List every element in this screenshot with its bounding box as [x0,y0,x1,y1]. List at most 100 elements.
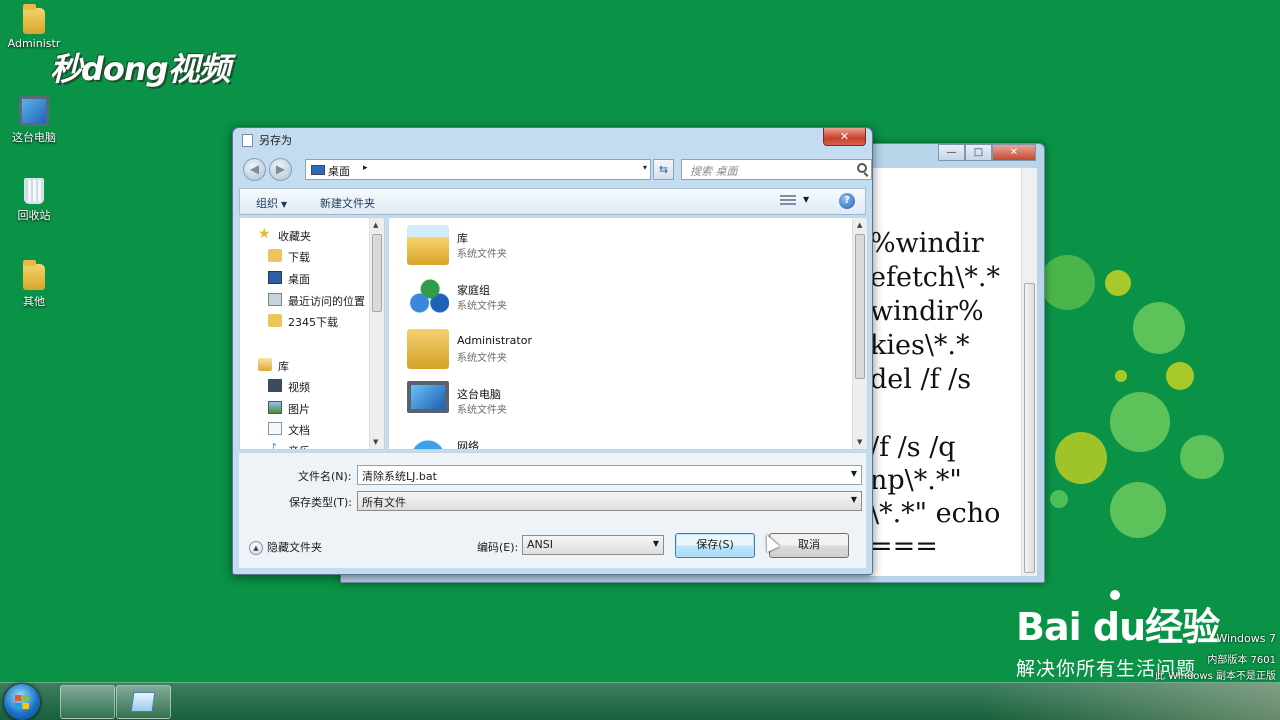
vertical-scrollbar[interactable] [1021,168,1037,576]
filetype-select[interactable]: 所有文件 ▼ [357,491,862,511]
scroll-down-icon[interactable]: ▼ [857,438,862,446]
windows-version-line-3: 此 Windows 副本不是正版 [1155,671,1276,682]
organize-menu-button[interactable]: 组织 ▼ [256,195,287,211]
homegroup-icon [407,277,449,317]
document-icon [268,422,282,435]
help-button[interactable]: ? [839,193,855,209]
code-line: /f /s /q [870,432,956,463]
search-icon[interactable] [857,163,867,173]
paw-icon [1110,590,1120,600]
cancel-button[interactable]: 取消 [769,533,849,558]
address-dropdown-icon[interactable]: ▾ [643,163,647,172]
code-line: del /f /s [870,364,972,395]
desktop-icon-label: 这台电脑 [12,131,56,144]
scroll-up-icon[interactable]: ▲ [857,221,862,229]
file-type: 系统文件夹 [457,249,507,260]
chevron-up-icon: ▲ [249,541,263,555]
organize-label: 组织 [256,197,278,210]
address-bar[interactable]: 桌面 ▸ ▾ [305,159,651,180]
view-dropdown-icon[interactable]: ▼ [803,195,809,204]
file-item-library[interactable]: 库 系统文件夹 [403,222,703,272]
navigation-bar: ◀ ▶ 桌面 ▸ ▾ ⇆ 搜索 桌面 [240,156,872,182]
download-folder-icon [268,249,282,262]
code-line: efetch\*.* [870,262,1000,293]
maximize-button[interactable]: □ [965,144,992,161]
windows-version-line-2: 内部版本 7601 [1207,655,1276,666]
star-icon: ★ [258,226,271,242]
file-item-this-pc[interactable]: 这台电脑 系统文件夹 [403,378,703,428]
encoding-select[interactable]: ANSI ▼ [522,535,664,555]
nav-item-label: 2345下载 [288,316,338,329]
file-type: 系统文件夹 [457,301,507,312]
scrollbar-thumb[interactable] [372,234,382,312]
code-line: %windir [870,228,984,259]
chevron-down-icon[interactable]: ▼ [851,495,857,504]
nav-item-label: 收藏夹 [278,230,311,243]
recent-places-icon [268,293,282,306]
chevron-down-icon: ▼ [281,200,288,209]
filename-value: 清除系统LJ.bat [362,470,437,483]
hide-folders-label: 隐藏文件夹 [267,541,322,554]
taskbar-notepad-button[interactable] [116,685,171,719]
video-icon [268,379,282,392]
file-list-scrollbar[interactable]: ▲ ▼ [852,218,867,449]
file-item-homegroup[interactable]: 家庭组 系统文件夹 [403,274,703,324]
address-location[interactable]: 桌面 [328,163,350,179]
navigation-pane[interactable]: ★ 收藏夹 下载 桌面 最近访问的位置 2345下载 库 视频 图片 文档 ♪ … [239,217,385,450]
filename-label: 文件名(N): [298,470,352,483]
desktop-icon-other[interactable]: 其他 [0,260,71,309]
code-line: windir% [870,296,984,327]
user-folder-icon [407,329,449,369]
chevron-down-icon[interactable]: ▼ [653,539,659,548]
library-icon [407,225,449,265]
nav-item-label: 音乐 [288,443,310,449]
scroll-up-icon[interactable]: ▲ [373,221,378,229]
system-tray[interactable] [980,683,1280,720]
encoding-label: 编码(E): [477,541,519,554]
breadcrumb-chevron-icon[interactable]: ▸ [363,163,368,173]
scrollbar-thumb[interactable] [855,234,865,379]
hide-folders-toggle[interactable]: ▲ 隐藏文件夹 [249,539,322,555]
filetype-label: 保存类型(T): [289,496,353,509]
nav-item-label: 库 [278,360,289,373]
chevron-down-icon[interactable]: ▼ [851,469,857,478]
encoding-value: ANSI [527,538,553,551]
nav-item-label: 下载 [288,251,310,264]
network-icon [407,433,449,449]
picture-icon [268,401,282,414]
music-icon: ♪ [270,441,278,450]
document-icon [242,134,253,147]
forward-button[interactable]: ▶ [269,158,292,181]
search-placeholder: 搜索 桌面 [690,165,738,178]
scroll-down-icon[interactable]: ▼ [373,438,378,446]
scrollbar-thumb[interactable] [1024,283,1035,573]
back-button[interactable]: ◀ [243,158,266,181]
save-form: 文件名(N): 清除系统LJ.bat ▼ 保存类型(T): 所有文件 ▼ ▲ 隐藏… [239,452,866,568]
refresh-button[interactable]: ⇆ [653,159,674,180]
minimize-button[interactable]: — [938,144,965,161]
file-item-network[interactable]: 网络 [403,430,703,449]
view-options-icon[interactable] [780,195,796,207]
folder-icon [268,314,282,327]
file-list-pane[interactable]: 库 系统文件夹 家庭组 系统文件夹 Administrator 系统文件夹 这台… [388,217,868,450]
file-name: 这台电脑 [457,388,501,401]
desktop-icon [311,165,325,175]
refresh-icon: ⇆ [658,163,669,176]
save-button[interactable]: 保存(S) [675,533,755,558]
start-button[interactable] [4,684,40,720]
new-folder-button[interactable]: 新建文件夹 [320,195,375,211]
nav-item-label: 视频 [288,381,310,394]
dialog-close-button[interactable]: ✕ [823,128,866,146]
taskbar-app-button[interactable] [60,685,115,719]
search-input[interactable]: 搜索 桌面 [681,159,872,180]
desktop-icon-recycle-bin[interactable]: 回收站 [0,178,71,223]
nav-pane-scrollbar[interactable]: ▲ ▼ [369,218,384,449]
window-controls: — □ ✕ [938,144,1036,161]
desktop-icon-this-pc[interactable]: 这台电脑 [0,93,71,145]
nav-item-label: 桌面 [288,273,310,286]
filename-input[interactable]: 清除系统LJ.bat ▼ [357,465,862,485]
desktop-icon-label: 其他 [23,295,45,308]
notepad-text-area[interactable]: %windir efetch\*.* windir% kies\*.* del … [869,168,1037,576]
close-button[interactable]: ✕ [992,144,1036,161]
file-item-administrator[interactable]: Administrator 系统文件夹 [403,326,703,376]
